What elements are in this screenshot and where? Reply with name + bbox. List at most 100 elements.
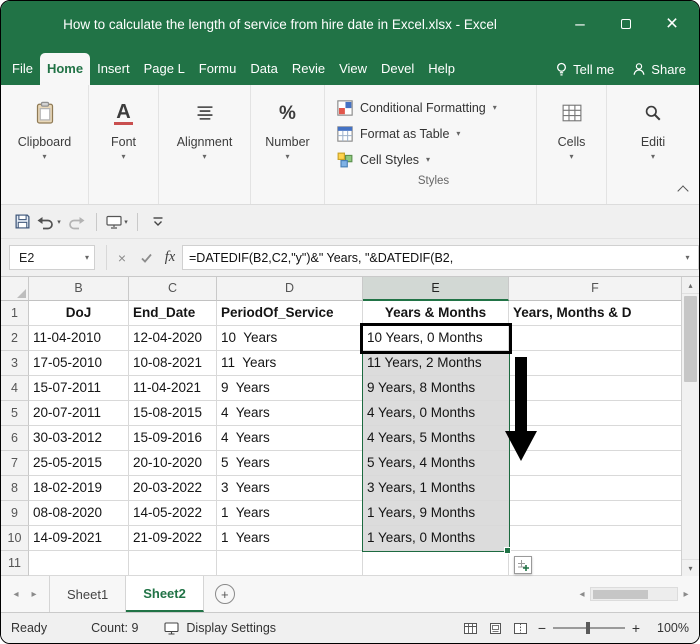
format-as-table-button[interactable]: Format as Table ▾ bbox=[337, 121, 460, 147]
cell-F3[interactable] bbox=[509, 351, 681, 376]
cell-D7[interactable]: 5 Years bbox=[217, 451, 363, 476]
cell-C6[interactable]: 15-09-2016 bbox=[129, 426, 217, 451]
cell-F7[interactable] bbox=[509, 451, 681, 476]
cell-B9[interactable]: 08-08-2020 bbox=[29, 501, 129, 526]
row-header-1[interactable]: 1 bbox=[1, 301, 29, 326]
cell-B10[interactable]: 14-09-2021 bbox=[29, 526, 129, 551]
customize-qat-button[interactable] bbox=[146, 210, 170, 234]
name-box-resize-grip[interactable] bbox=[95, 245, 107, 270]
cell-F10[interactable] bbox=[509, 526, 681, 551]
horizontal-scrollbar[interactable]: ◂ ▸ bbox=[574, 587, 694, 601]
cancel-icon[interactable]: × bbox=[110, 245, 134, 270]
clipboard-group-button[interactable]: Clipboard ▾ bbox=[1, 85, 89, 204]
share-button[interactable]: Share bbox=[623, 53, 695, 85]
cell-B2[interactable]: 11-04-2010 bbox=[29, 326, 129, 351]
cell-E11[interactable] bbox=[363, 551, 509, 576]
minimize-button[interactable]: – bbox=[557, 1, 603, 47]
cell-F2[interactable] bbox=[509, 326, 681, 351]
row-header-3[interactable]: 3 bbox=[1, 351, 29, 376]
cells-group-button[interactable]: Cells ▾ bbox=[537, 85, 607, 204]
autofill-options-button[interactable] bbox=[514, 556, 532, 574]
tab-help[interactable]: Help bbox=[421, 53, 462, 85]
close-button[interactable]: × bbox=[649, 1, 695, 47]
cell-E3[interactable]: 11 Years, 2 Months bbox=[363, 351, 509, 376]
cell-D3[interactable]: 11 Years bbox=[217, 351, 363, 376]
row-header-10[interactable]: 10 bbox=[1, 526, 29, 551]
cell-F4[interactable] bbox=[509, 376, 681, 401]
scroll-up-icon[interactable]: ▴ bbox=[682, 277, 699, 294]
cell-E2-active[interactable]: 10 Years, 0 Months bbox=[363, 326, 509, 351]
cell-C5[interactable]: 15-08-2015 bbox=[129, 401, 217, 426]
cell-F9[interactable] bbox=[509, 501, 681, 526]
cell-B11[interactable] bbox=[29, 551, 129, 576]
cell-B3[interactable]: 17-05-2010 bbox=[29, 351, 129, 376]
sheet-tab-sheet1[interactable]: Sheet1 bbox=[49, 576, 126, 612]
column-header-F[interactable]: F bbox=[509, 277, 681, 301]
enter-icon[interactable] bbox=[134, 245, 158, 270]
touch-mouse-mode-button[interactable]: ▾ bbox=[105, 210, 129, 234]
cell-C4[interactable]: 11-04-2021 bbox=[129, 376, 217, 401]
new-sheet-button[interactable]: + bbox=[215, 584, 235, 604]
tab-formulas[interactable]: Formu bbox=[192, 53, 244, 85]
sheet-tab-sheet2[interactable]: Sheet2 bbox=[126, 576, 204, 612]
column-header-E[interactable]: E bbox=[363, 277, 509, 301]
cell-D8[interactable]: 3 Years bbox=[217, 476, 363, 501]
scroll-down-icon[interactable]: ▾ bbox=[682, 559, 699, 576]
cell-E1[interactable]: Years & Months bbox=[363, 301, 509, 326]
zoom-slider[interactable] bbox=[553, 627, 625, 629]
column-header-D[interactable]: D bbox=[217, 277, 363, 301]
cell-E7[interactable]: 5 Years, 4 Months bbox=[363, 451, 509, 476]
zoom-level[interactable]: 100% bbox=[653, 621, 689, 635]
cell-B4[interactable]: 15-07-2011 bbox=[29, 376, 129, 401]
row-header-8[interactable]: 8 bbox=[1, 476, 29, 501]
editing-group-button[interactable]: Editi ▾ bbox=[607, 85, 699, 204]
cell-D4[interactable]: 9 Years bbox=[217, 376, 363, 401]
cell-F11[interactable] bbox=[509, 551, 681, 576]
horizontal-scrollbar-thumb[interactable] bbox=[593, 590, 648, 599]
cell-D11[interactable] bbox=[217, 551, 363, 576]
cell-B1[interactable]: DoJ bbox=[29, 301, 129, 326]
cell-D1[interactable]: PeriodOf_Service bbox=[217, 301, 363, 326]
tab-insert[interactable]: Insert bbox=[90, 53, 137, 85]
cell-C3[interactable]: 10-08-2021 bbox=[129, 351, 217, 376]
number-group-button[interactable]: % Number ▾ bbox=[251, 85, 325, 204]
row-header-11[interactable]: 11 bbox=[1, 551, 29, 576]
row-header-9[interactable]: 9 bbox=[1, 501, 29, 526]
zoom-slider-handle[interactable] bbox=[586, 622, 590, 634]
tab-file[interactable]: File bbox=[5, 53, 40, 85]
font-group-button[interactable]: A Font ▾ bbox=[89, 85, 159, 204]
zoom-in-button[interactable]: + bbox=[627, 620, 645, 636]
cell-F6[interactable] bbox=[509, 426, 681, 451]
cell-D9[interactable]: 1 Years bbox=[217, 501, 363, 526]
cell-F5[interactable] bbox=[509, 401, 681, 426]
insert-function-button[interactable]: fx bbox=[158, 245, 182, 270]
redo-button[interactable] bbox=[64, 210, 88, 234]
sheet-nav-left-icon[interactable]: ◂ bbox=[7, 589, 25, 600]
cell-E5[interactable]: 4 Years, 0 Months bbox=[363, 401, 509, 426]
vertical-scrollbar[interactable]: ▴ ▾ bbox=[681, 277, 699, 576]
tab-home[interactable]: Home bbox=[40, 53, 90, 85]
tab-page-layout[interactable]: Page L bbox=[137, 53, 192, 85]
conditional-formatting-button[interactable]: Conditional Formatting ▾ bbox=[337, 95, 497, 121]
display-settings-button[interactable]: Display Settings bbox=[164, 621, 276, 635]
cell-D10[interactable]: 1 Years bbox=[217, 526, 363, 551]
tab-data[interactable]: Data bbox=[243, 53, 284, 85]
tab-review[interactable]: Revie bbox=[285, 53, 332, 85]
name-box[interactable]: E2 ▾ bbox=[9, 245, 95, 270]
cell-F1[interactable]: Years, Months & D bbox=[509, 301, 681, 326]
cell-E9[interactable]: 1 Years, 9 Months bbox=[363, 501, 509, 526]
cell-C9[interactable]: 14-05-2022 bbox=[129, 501, 217, 526]
status-count[interactable]: Count: 9 bbox=[91, 621, 138, 635]
column-header-B[interactable]: B bbox=[29, 277, 129, 301]
cell-C10[interactable]: 21-09-2022 bbox=[129, 526, 217, 551]
cell-E6[interactable]: 4 Years, 5 Months bbox=[363, 426, 509, 451]
cell-C7[interactable]: 20-10-2020 bbox=[129, 451, 217, 476]
undo-button[interactable]: ▾ bbox=[37, 210, 61, 234]
formula-input[interactable]: =DATEDIF(B2,C2,"y")&" Years, "&DATEDIF(B… bbox=[182, 245, 677, 270]
cell-E8[interactable]: 3 Years, 1 Months bbox=[363, 476, 509, 501]
view-page-layout-button[interactable] bbox=[483, 617, 508, 639]
cell-C11[interactable] bbox=[129, 551, 217, 576]
zoom-out-button[interactable]: − bbox=[533, 620, 551, 636]
save-button[interactable] bbox=[10, 210, 34, 234]
sheet-nav-right-icon[interactable]: ▸ bbox=[25, 589, 43, 600]
